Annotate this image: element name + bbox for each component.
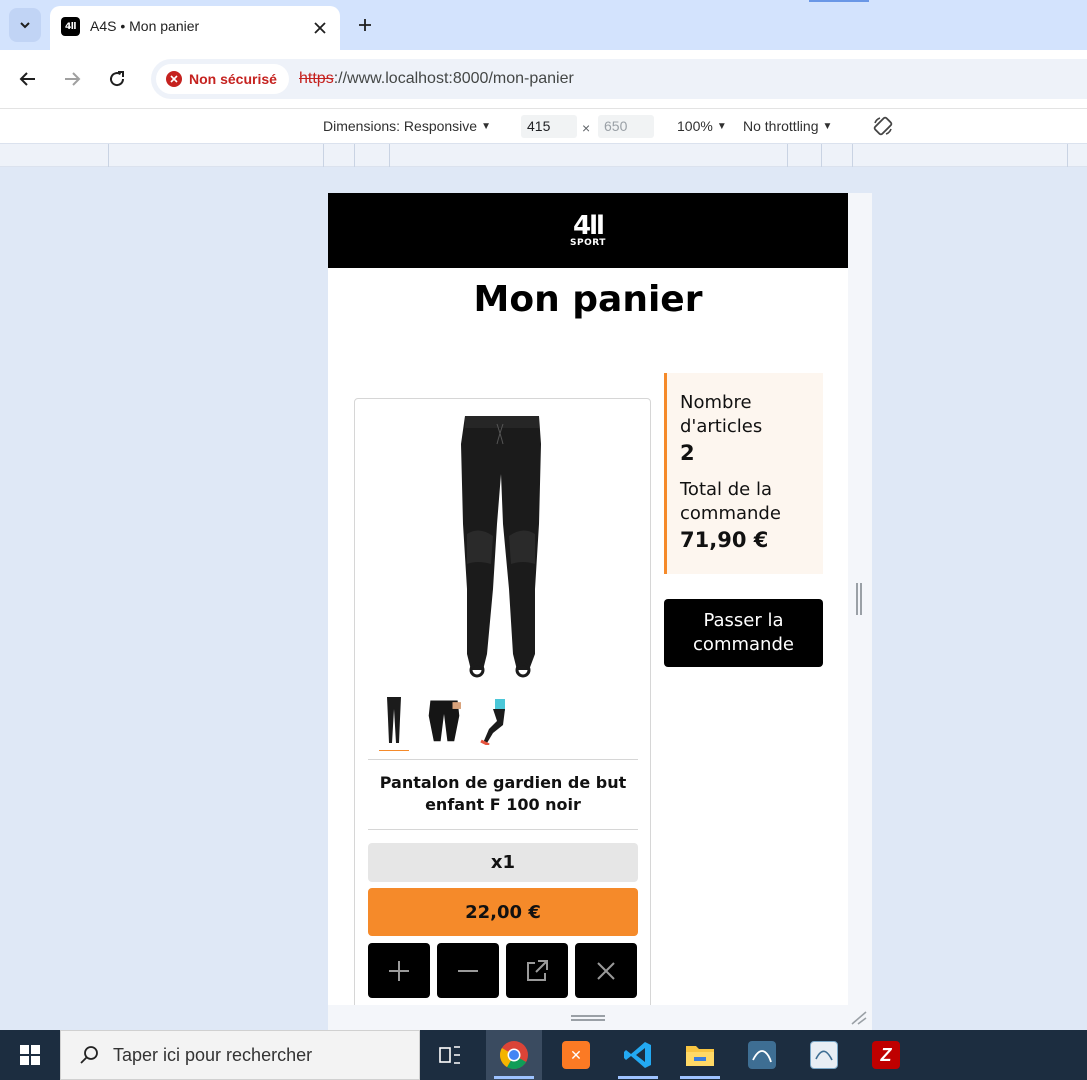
- minus-icon: [458, 969, 478, 972]
- product-image[interactable]: [437, 414, 567, 679]
- site-header: 4ll SPORT: [328, 193, 848, 268]
- checkout-button[interactable]: Passer la commande: [664, 599, 823, 667]
- media-query-ruler: [0, 143, 1087, 167]
- items-count-value: 2: [680, 441, 695, 465]
- taskbar-xampp[interactable]: ✕: [548, 1030, 604, 1080]
- insecure-warning-icon: [166, 71, 182, 87]
- width-input[interactable]: 415: [521, 115, 577, 138]
- close-icon: [597, 961, 615, 980]
- increase-quantity-button[interactable]: [368, 943, 430, 998]
- throttling-label: No throttling: [743, 118, 819, 134]
- cart-item-card: Pantalon de gardien de but enfant F 100 …: [354, 398, 651, 1005]
- search-icon: [80, 1046, 98, 1064]
- rotate-button[interactable]: [870, 113, 896, 139]
- taskbar-file-explorer[interactable]: [672, 1030, 728, 1080]
- browser-tab-active[interactable]: 4ll A4S • Mon panier: [50, 6, 340, 50]
- throttling-dropdown[interactable]: No throttling ▼: [743, 118, 832, 134]
- item-actions: [368, 943, 638, 998]
- arrow-left-icon: [19, 72, 35, 86]
- security-chip[interactable]: Non sécurisé: [156, 64, 289, 94]
- new-tab-button[interactable]: [352, 12, 378, 38]
- caret-down-icon: ▼: [481, 120, 491, 132]
- plus-icon: [359, 19, 371, 31]
- caret-down-icon: ▼: [822, 120, 833, 132]
- taskbar-chrome[interactable]: [486, 1030, 542, 1080]
- vscode-icon: [624, 1042, 651, 1068]
- thumbnail-strip: [377, 689, 511, 751]
- folder-icon: [686, 1046, 714, 1066]
- site-logo[interactable]: 4ll SPORT: [570, 210, 606, 248]
- width-resize-handle[interactable]: [856, 583, 862, 615]
- device-viewport: 4ll SPORT Mon panier Pantalon de gardien…: [328, 193, 848, 1005]
- zoom-label: 100%: [677, 118, 713, 134]
- order-total-value: 71,90 €: [680, 528, 769, 552]
- mysql-workbench-icon: [748, 1041, 776, 1069]
- start-button[interactable]: [0, 1030, 60, 1080]
- divider: [368, 759, 638, 760]
- decrease-quantity-button[interactable]: [437, 943, 499, 998]
- tab-close-button[interactable]: [308, 16, 332, 40]
- page-title: Mon panier: [473, 279, 703, 320]
- url-text[interactable]: https://www.localhost:8000/mon-panier: [299, 70, 574, 88]
- close-icon: [314, 22, 326, 34]
- product-name[interactable]: Pantalon de gardien de but enfant F 100 …: [368, 772, 638, 816]
- task-view-button[interactable]: [422, 1030, 478, 1080]
- price-badge: 22,00 €: [368, 888, 638, 936]
- dimensions-dropdown[interactable]: Dimensions: Responsive ▼: [323, 118, 491, 134]
- logo-subtitle: SPORT: [570, 237, 606, 248]
- filezilla-icon: Z: [872, 1041, 900, 1069]
- taskbar-mysql-installer[interactable]: [796, 1030, 852, 1080]
- thumbnail-1[interactable]: [377, 689, 411, 751]
- taskbar-vscode[interactable]: [610, 1030, 666, 1080]
- taskbar-mysql-workbench[interactable]: [734, 1030, 790, 1080]
- reload-button[interactable]: [102, 64, 132, 94]
- chrome-icon: [500, 1041, 528, 1069]
- search-placeholder: Taper ici pour rechercher: [113, 1044, 313, 1065]
- back-button[interactable]: [13, 64, 43, 94]
- windows-logo-icon: [20, 1045, 40, 1065]
- thumbnail-3[interactable]: [477, 689, 511, 745]
- tab-search-button[interactable]: [9, 8, 41, 42]
- items-count-label: Nombre d'articles: [680, 392, 763, 437]
- arrow-right-icon: [65, 72, 81, 86]
- rotate-icon: [873, 116, 893, 136]
- browser-toolbar: Non sécurisé https://www.localhost:8000/…: [0, 50, 1087, 108]
- mysql-installer-icon: [810, 1041, 838, 1069]
- device-toolbar: Dimensions: Responsive ▼ 415 × 650 100% …: [0, 108, 1087, 143]
- quantity-badge: x1: [368, 843, 638, 882]
- order-total-label: Total de la commande: [680, 479, 781, 524]
- url-scheme: https: [299, 70, 334, 87]
- task-view-icon: [439, 1046, 460, 1064]
- dimension-separator: ×: [582, 120, 591, 136]
- dimensions-label: Dimensions: Responsive: [323, 118, 478, 134]
- tab-title: A4S • Mon panier: [90, 18, 200, 34]
- security-label: Non sécurisé: [189, 71, 277, 87]
- thumbnail-2[interactable]: [427, 689, 461, 745]
- address-bar[interactable]: Non sécurisé https://www.localhost:8000/…: [151, 59, 1087, 99]
- plus-icon: [389, 960, 409, 981]
- tab-strip: 4ll A4S • Mon panier: [0, 0, 1087, 50]
- url-path: ://www.localhost:8000/mon-panier: [333, 70, 574, 87]
- taskbar: Taper ici pour rechercher ✕ Z: [0, 1030, 1087, 1080]
- caret-down-icon: ▼: [716, 120, 727, 132]
- height-resize-handle[interactable]: [571, 1015, 605, 1021]
- remove-item-button[interactable]: [575, 943, 637, 998]
- chevron-down-icon: [20, 22, 30, 29]
- height-input[interactable]: 650: [598, 115, 654, 138]
- order-summary: Nombre d'articles 2 Total de la commande…: [664, 373, 823, 574]
- forward-button[interactable]: [57, 64, 87, 94]
- zoom-dropdown[interactable]: 100% ▼: [677, 118, 727, 134]
- reload-icon: [110, 71, 125, 87]
- taskbar-search[interactable]: Taper ici pour rechercher: [60, 1030, 420, 1080]
- external-link-icon: [527, 959, 548, 981]
- tabstrip-indicator: [809, 0, 869, 2]
- xampp-icon: ✕: [562, 1041, 590, 1069]
- divider: [368, 829, 638, 830]
- corner-resize-icon[interactable]: [850, 1010, 868, 1026]
- taskbar-filezilla[interactable]: Z: [858, 1030, 914, 1080]
- favicon-icon: 4ll: [61, 17, 80, 36]
- logo-mark: 4ll: [573, 210, 605, 241]
- open-product-button[interactable]: [506, 943, 568, 998]
